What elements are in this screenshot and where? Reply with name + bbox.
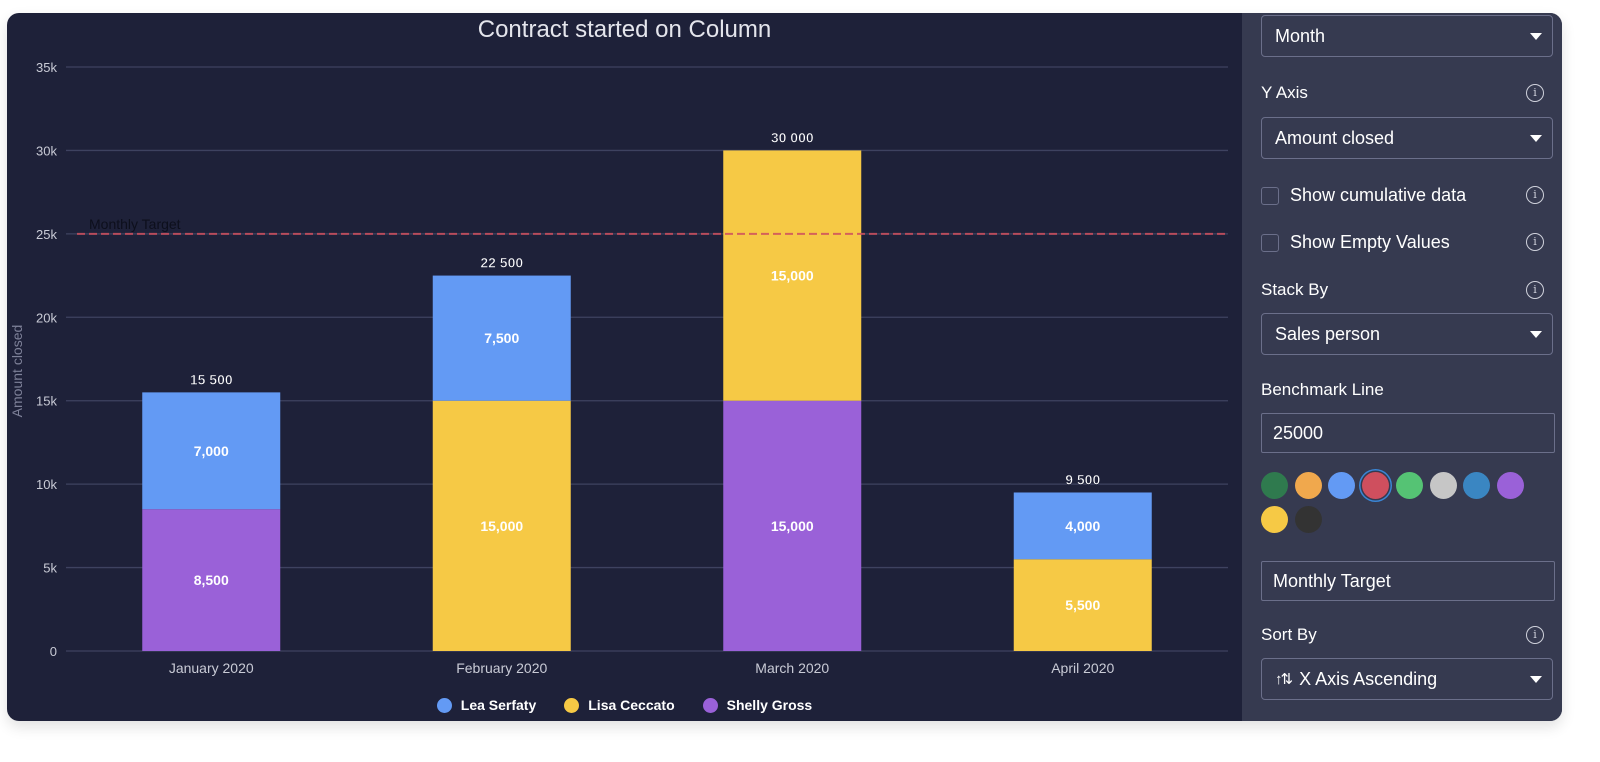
show-empty-checkbox[interactable]: [1261, 233, 1279, 252]
x-tick-label: February 2020: [456, 660, 547, 676]
bar-segment-label: 8,500: [194, 572, 229, 588]
y-tick-label: 35k: [36, 60, 57, 75]
stack-by-value: Sales person: [1275, 323, 1381, 344]
info-icon[interactable]: i: [1526, 233, 1544, 251]
show-cumulative-label: Show cumulative data: [1290, 185, 1467, 205]
y-tick-label: 5k: [43, 561, 57, 576]
chart-area: Contract started on Column Amount closed…: [7, 13, 1242, 721]
legend-item[interactable]: Shelly Gross: [702, 697, 813, 713]
x-axis-group-select[interactable]: Month: [1261, 15, 1553, 57]
y-axis-value: Amount closed: [1275, 127, 1395, 148]
sort-ascending-icon: ↑⇅: [1275, 671, 1293, 688]
show-cumulative-row[interactable]: Show cumulative data: [1261, 185, 1466, 206]
bar-segment-label: 15,000: [480, 518, 523, 534]
x-tick-label: March 2020: [755, 660, 829, 676]
show-cumulative-checkbox[interactable]: [1261, 186, 1279, 205]
bar-total-label: 22 500: [480, 255, 523, 271]
chart-card: Contract started on Column Amount closed…: [7, 13, 1562, 721]
stack-by-label: Stack By: [1261, 280, 1329, 299]
info-icon[interactable]: i: [1526, 281, 1544, 299]
caret-down-icon: [1530, 676, 1542, 683]
color-swatch[interactable]: [1395, 472, 1423, 499]
show-empty-row[interactable]: Show Empty Values: [1261, 232, 1450, 253]
legend-dot-icon: [564, 697, 580, 713]
legend-item[interactable]: Lea Serfaty: [436, 697, 537, 713]
info-icon[interactable]: i: [1526, 84, 1544, 102]
bar-segment-label: 15,000: [771, 268, 814, 284]
legend-label: Lea Serfaty: [460, 697, 537, 713]
y-tick-label: 10k: [36, 477, 57, 492]
chart-svg: 0 5k 10k 15k 20k 25k 30k 35k 8,500 7,000 15 500 Jan…: [36, 60, 1228, 676]
legend-dot-icon: [702, 697, 718, 713]
color-swatch[interactable]: [1362, 472, 1390, 499]
color-swatch[interactable]: [1294, 506, 1322, 533]
show-empty-label: Show Empty Values: [1290, 232, 1450, 252]
legend-label: Lisa Ceccato: [588, 697, 675, 713]
bar-segment-label: 15,000: [771, 518, 814, 534]
color-swatch[interactable]: [1261, 472, 1288, 499]
benchmark-line-label: Benchmark Line: [1261, 380, 1384, 399]
bar-segment-label: 5,500: [1065, 597, 1100, 613]
y-tick-label: 25k: [36, 227, 57, 242]
bar-total-label: 30 000: [771, 129, 814, 145]
info-icon[interactable]: i: [1526, 626, 1544, 644]
y-tick-label: 0: [50, 644, 57, 659]
sort-by-select[interactable]: ↑⇅ X Axis Ascending: [1261, 658, 1553, 700]
settings-panel: Month Y Axis i Amount closed Show cumula…: [1242, 13, 1562, 721]
chart-legend: Lea Serfaty Lisa Ceccato Shelly Gross: [7, 697, 1242, 713]
x-tick-label: April 2020: [1051, 660, 1114, 676]
x-tick-label: January 2020: [169, 660, 254, 676]
color-swatch[interactable]: [1261, 506, 1288, 533]
color-swatch[interactable]: [1328, 472, 1356, 499]
color-swatch[interactable]: [1294, 472, 1322, 499]
sort-by-value: X Axis Ascending: [1299, 668, 1438, 689]
x-axis-group-value: Month: [1275, 25, 1326, 46]
caret-down-icon: [1530, 33, 1542, 40]
benchmark-label: Monthly Target: [89, 216, 181, 232]
caret-down-icon: [1530, 331, 1542, 338]
benchmark-name-input[interactable]: [1261, 561, 1555, 601]
y-axis-select[interactable]: Amount closed: [1261, 117, 1553, 159]
bar-segment-label: 7,500: [484, 330, 519, 346]
info-icon[interactable]: i: [1526, 186, 1544, 204]
color-swatch[interactable]: [1496, 472, 1524, 499]
y-tick-label: 15k: [36, 394, 57, 409]
color-swatch[interactable]: [1463, 472, 1491, 499]
bar-total-label: 15 500: [190, 371, 233, 387]
legend-dot-icon: [436, 697, 452, 713]
bar-segment-label: 7,000: [194, 443, 229, 459]
sort-by-label: Sort By: [1261, 625, 1317, 644]
y-axis-label: Y Axis: [1261, 83, 1308, 102]
y-tick-label: 20k: [36, 310, 57, 325]
bar-total-label: 9 500: [1065, 471, 1100, 487]
y-tick-label: 30k: [36, 143, 57, 158]
color-swatch[interactable]: [1429, 472, 1457, 499]
bar-segment-label: 4,000: [1065, 518, 1100, 534]
legend-label: Shelly Gross: [726, 697, 813, 713]
benchmark-value-input[interactable]: [1261, 413, 1555, 453]
legend-item[interactable]: Lisa Ceccato: [564, 697, 675, 713]
caret-down-icon: [1530, 135, 1542, 142]
stack-by-select[interactable]: Sales person: [1261, 313, 1553, 355]
